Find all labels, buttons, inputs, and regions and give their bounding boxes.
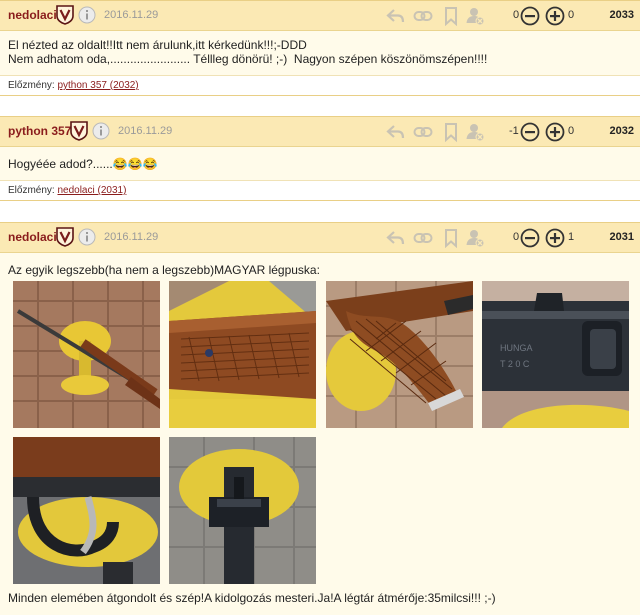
reply-icon[interactable] <box>386 6 406 26</box>
minus-circle-icon[interactable] <box>520 6 540 26</box>
previous-post-link[interactable]: nedolaci (2031) <box>57 185 126 196</box>
previous-post-bar: Előzmény: nedolaci (2031) <box>0 180 640 201</box>
trigger-photo[interactable] <box>13 437 160 584</box>
post-header: nedolaci 2016.11.29 0 1 2031 <box>0 222 640 253</box>
stock-closeup-photo[interactable] <box>169 281 316 428</box>
svg-text:HUNGA: HUNGA <box>500 343 533 353</box>
reply-icon[interactable] <box>386 122 406 142</box>
post-body: Az egyik legszebb(ha nem a legszebb)MAGY… <box>0 253 640 615</box>
grip-closeup-photo[interactable] <box>326 281 473 428</box>
info-icon[interactable] <box>92 122 110 140</box>
minus-circle-icon[interactable] <box>520 122 540 142</box>
info-icon[interactable] <box>78 228 96 246</box>
shield-v-icon <box>56 227 74 247</box>
vote-up-count: 0 <box>568 125 575 137</box>
post-text-line: Hogyéée adod?......😂😂😂 <box>8 157 158 171</box>
post-number[interactable]: 2032 <box>610 125 634 137</box>
link-icon[interactable] <box>413 122 433 142</box>
author-name[interactable]: nedolaci <box>8 8 57 22</box>
vote-up-count: 0 <box>568 9 575 21</box>
user-block-icon[interactable] <box>465 228 485 248</box>
plus-circle-icon[interactable] <box>545 122 565 142</box>
previous-label: Előzmény: python 357 (2032) <box>8 80 139 91</box>
post-body: El nézted az oldalt!!Itt nem árulunk,itt… <box>0 31 640 75</box>
post-header: nedolaci 2016.11.29 0 0 2033 <box>0 0 640 31</box>
shield-v-icon <box>70 121 88 141</box>
link-icon[interactable] <box>413 228 433 248</box>
post-number[interactable]: 2031 <box>610 231 634 243</box>
plus-circle-icon[interactable] <box>545 228 565 248</box>
shield-v-icon <box>56 5 74 25</box>
vote-up-count: 1 <box>568 231 575 243</box>
post-header: python 357 2016.11.29 -1 0 2032 <box>0 116 640 147</box>
bookmark-icon[interactable] <box>441 6 461 26</box>
post-intro-text: Az egyik legszebb(ha nem a legszebb)MAGY… <box>8 263 320 277</box>
previous-label: Előzmény: nedolaci (2031) <box>8 185 126 196</box>
link-icon[interactable] <box>413 6 433 26</box>
author-name[interactable]: nedolaci <box>8 230 57 244</box>
rifle-photo[interactable] <box>13 281 160 428</box>
vote-down-count: 0 <box>513 9 520 21</box>
post-date: 2016.11.29 <box>104 9 159 21</box>
post-text-line: Nem adhatom oda,........................… <box>8 52 488 66</box>
user-block-icon[interactable] <box>465 122 485 142</box>
previous-label-text: Előzmény: <box>8 80 55 91</box>
sight-photo[interactable] <box>169 437 316 584</box>
minus-circle-icon[interactable] <box>520 228 540 248</box>
previous-post-bar: Előzmény: python 357 (2032) <box>0 75 640 96</box>
post-text-line: El nézted az oldalt!!Itt nem árulunk,itt… <box>8 38 307 52</box>
svg-text:T 2 0 C: T 2 0 C <box>500 359 530 369</box>
vote-down-count: 0 <box>513 231 520 243</box>
receiver-photo[interactable]: HUNGA T 2 0 C <box>482 281 629 428</box>
bookmark-icon[interactable] <box>441 122 461 142</box>
info-icon[interactable] <box>78 6 96 24</box>
vote-down-count: -1 <box>509 125 519 137</box>
plus-circle-icon[interactable] <box>545 6 565 26</box>
previous-post-link[interactable]: python 357 (2032) <box>57 80 138 91</box>
post-outro-text: Minden elemében átgondolt és szép!A kido… <box>8 591 496 605</box>
post-date: 2016.11.29 <box>104 231 159 243</box>
user-block-icon[interactable] <box>465 6 485 26</box>
previous-label-text: Előzmény: <box>8 185 55 196</box>
post-body: Hogyéée adod?......😂😂😂 <box>0 147 640 180</box>
bookmark-icon[interactable] <box>441 228 461 248</box>
reply-icon[interactable] <box>386 228 406 248</box>
post-date: 2016.11.29 <box>118 125 173 137</box>
post-number[interactable]: 2033 <box>610 9 634 21</box>
author-name[interactable]: python 357 <box>8 124 71 138</box>
